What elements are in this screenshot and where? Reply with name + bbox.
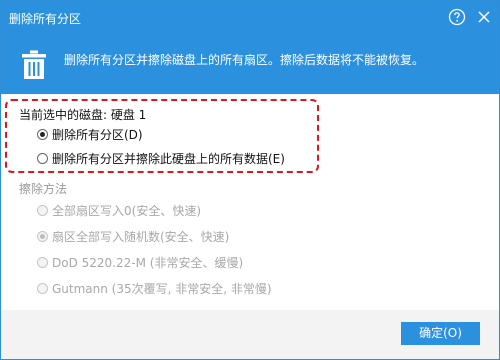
title-bar: 删除所有分区 bbox=[1, 1, 499, 34]
wipe-method-section-label: 擦除方法 bbox=[19, 182, 68, 196]
radio-button[interactable] bbox=[37, 128, 48, 140]
current-disk-label: 当前选中的磁盘: 硬盘 1 bbox=[19, 108, 147, 122]
trash-icon bbox=[22, 50, 46, 79]
radio-label: 删除所有分区(D) bbox=[52, 127, 143, 142]
radio-button[interactable] bbox=[37, 282, 48, 294]
banner-message: 删除所有分区并擦除磁盘上的所有扇区。擦除后数据将不能被恢复。 bbox=[64, 53, 425, 67]
dialog-footer: 确定(O) bbox=[1, 310, 499, 359]
help-icon[interactable] bbox=[448, 8, 466, 26]
wipe-method-dod[interactable]: DoD 5220.22-M (非常安全、缓慢) bbox=[37, 253, 243, 271]
radio-label: 全部扇区写入0(安全、快速) bbox=[52, 203, 201, 218]
wipe-method-zero-fill[interactable]: 全部扇区写入0(安全、快速) bbox=[37, 201, 201, 219]
radio-label: 删除所有分区并擦除此硬盘上的所有数据(E) bbox=[52, 151, 285, 166]
wipe-method-gutmann[interactable]: Gutmann (35次覆写, 非常安全, 非常慢) bbox=[37, 279, 272, 297]
radio-button[interactable] bbox=[37, 152, 48, 164]
close-icon[interactable] bbox=[475, 8, 493, 26]
radio-label: DoD 5220.22-M (非常安全、缓慢) bbox=[52, 255, 244, 270]
radio-label: Gutmann (35次覆写, 非常安全, 非常慢) bbox=[52, 281, 272, 296]
radio-button[interactable] bbox=[37, 256, 48, 268]
radio-button[interactable] bbox=[37, 230, 48, 242]
radio-label: 扇区全部写入随机数(安全、快速) bbox=[52, 229, 230, 244]
ok-button[interactable]: 确定(O) bbox=[401, 322, 480, 345]
delete-all-partitions-dialog: 删除所有分区 删除所有分区并擦除磁盘上的所有扇区。擦除后数据将不能被恢复。 当前… bbox=[0, 0, 500, 360]
window-title: 删除所有分区 bbox=[9, 12, 82, 26]
radio-delete-and-wipe[interactable]: 删除所有分区并擦除此硬盘上的所有数据(E) bbox=[37, 149, 285, 167]
info-banner: 删除所有分区并擦除磁盘上的所有扇区。擦除后数据将不能被恢复。 bbox=[1, 34, 499, 94]
radio-delete-partitions[interactable]: 删除所有分区(D) bbox=[37, 125, 143, 143]
wipe-method-random-data[interactable]: 扇区全部写入随机数(安全、快速) bbox=[37, 227, 229, 245]
radio-button[interactable] bbox=[37, 204, 48, 216]
